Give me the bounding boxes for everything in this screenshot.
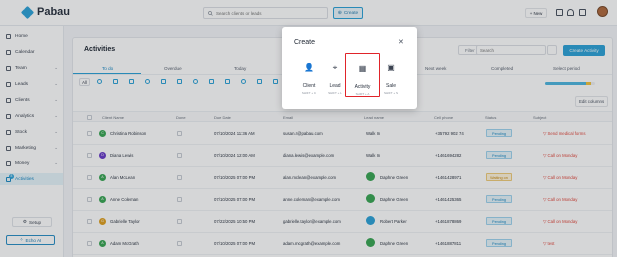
keyboard-shortcut: SHIFT + A xyxy=(355,92,370,96)
keyboard-shortcut: SHIFT + S xyxy=(383,91,399,95)
calendar-icon: ▦ xyxy=(358,64,367,73)
create-option-label: Sale xyxy=(385,83,396,89)
modal-title: Create xyxy=(294,39,316,46)
create-option-client[interactable]: 👤 Client SHIFT + C xyxy=(296,53,322,97)
create-option-label: Client xyxy=(302,83,316,89)
keyboard-shortcut: SHIFT + C xyxy=(301,91,317,95)
create-modal: Create ✕ 👤 Client SHIFT + C ⌖ Lead SHIFT + L ▦… xyxy=(282,27,417,109)
close-icon[interactable]: ✕ xyxy=(398,38,404,46)
create-option-label: Activity xyxy=(354,84,371,90)
person-icon: 👤 xyxy=(304,63,314,72)
create-option-activity[interactable]: ▦ Activity SHIFT + A xyxy=(345,53,380,97)
create-option-sale[interactable]: ▣ Sale SHIFT + S xyxy=(378,53,404,97)
sale-icon: ▣ xyxy=(387,63,395,72)
